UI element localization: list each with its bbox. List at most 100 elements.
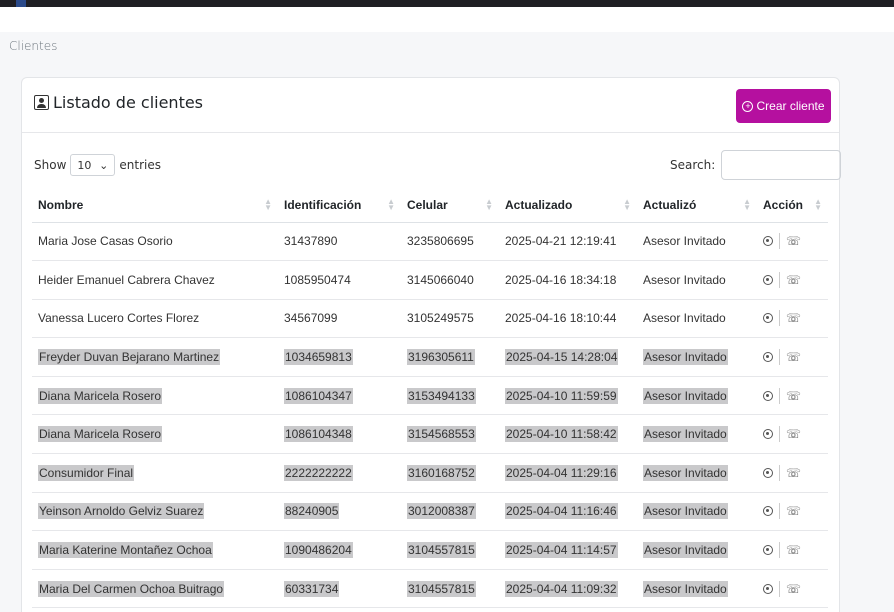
row-actions: ☏ [763, 387, 822, 404]
sort-icon: ▲ ▼ [743, 197, 751, 212]
eye-icon[interactable] [763, 429, 773, 440]
divider [779, 387, 780, 404]
phone-icon[interactable]: ☏ [786, 389, 801, 403]
header-accion[interactable]: Acción ▲ ▼ [757, 188, 828, 223]
entries-select[interactable]: 10 ⌄ [70, 154, 116, 176]
phone-icon[interactable]: ☏ [786, 350, 801, 364]
table-cell: Asesor Invitado [637, 337, 757, 377]
row-actions: ☏ [763, 349, 822, 366]
table-cell: 34567099 [278, 299, 401, 339]
eye-icon[interactable] [763, 506, 773, 517]
table-cell: 2025-04-15 14:28:04 [499, 337, 637, 377]
table-cell: 1085950474 [278, 260, 401, 300]
actions-cell: ☏ [757, 337, 828, 377]
header-celular[interactable]: Celular ▲ ▼ [401, 188, 499, 223]
table-cell: Freyder Duvan Bejarano Martinez [32, 337, 278, 377]
show-label: Show [34, 158, 67, 172]
table-cell: 3160168752 [401, 453, 499, 493]
divider [779, 271, 780, 288]
phone-icon[interactable]: ☏ [786, 273, 801, 287]
table-row: Maria Del Carmen Ochoa Buitrago 60331734 3… [32, 569, 828, 609]
clients-card: Listado de clientes + Crear cliente Show… [21, 77, 842, 612]
header-actualizado[interactable]: Actualizado ▲ ▼ [499, 188, 637, 223]
table-row: Diana Maricela Rosero 1086104347 315349413… [32, 376, 828, 416]
row-actions: ☏ [763, 503, 822, 520]
table-cell: Heider Emanuel Cabrera Chavez [32, 260, 278, 300]
phone-icon[interactable]: ☏ [786, 582, 801, 596]
phone-icon[interactable]: ☏ [786, 466, 801, 480]
table-cell: Asesor Invitado [637, 492, 757, 532]
eye-icon[interactable] [763, 236, 773, 247]
sort-icon: ▲ ▼ [814, 197, 822, 212]
table-cell: 3154568553 [401, 414, 499, 455]
actions-cell: ☏ [757, 492, 828, 532]
table-cell: Consumidor Final [32, 453, 278, 493]
card-title-text: Listado de clientes [53, 93, 204, 112]
header-actualizo[interactable]: Actualizó ▲ ▼ [637, 188, 757, 223]
table-row: Yeinson Arnoldo Gelviz Suarez 88240905 301… [32, 492, 828, 532]
divider [779, 310, 780, 327]
actions-cell: ☏ [757, 222, 828, 262]
phone-icon[interactable]: ☏ [786, 427, 801, 441]
eye-icon[interactable] [763, 352, 773, 363]
table-cell: 1034659813 [278, 337, 401, 377]
table-cell: Asesor Invitado [637, 530, 757, 570]
divider [779, 464, 780, 481]
plus-circle-icon: + [742, 100, 754, 112]
eye-icon[interactable] [763, 545, 773, 556]
table-cell: Asesor Invitado [637, 260, 757, 300]
table-cell: Maria Katerine Montañez Ochoa [32, 530, 278, 570]
divider [779, 542, 780, 559]
eye-icon[interactable] [763, 583, 773, 594]
actions-cell: ☏ [757, 299, 828, 339]
table-cell: Asesor Invitado [637, 453, 757, 493]
actions-cell: ☏ [757, 376, 828, 416]
table-cell: 2025-04-16 18:10:44 [499, 299, 637, 339]
table-cell: 3145066040 [401, 260, 499, 300]
table-cell: 88240905 [278, 492, 401, 532]
table-cell: Asesor Invitado [637, 569, 757, 609]
divider [779, 349, 780, 366]
table-cell: Asesor Invitado [637, 376, 757, 416]
table-cell: 60331734 [278, 569, 401, 609]
create-client-label: Crear cliente [756, 99, 825, 113]
eye-icon[interactable] [763, 467, 773, 478]
entries-value: 10 [77, 158, 92, 172]
row-actions: ☏ [763, 542, 822, 559]
top-bar [0, 0, 894, 7]
eye-icon[interactable] [763, 390, 773, 401]
table-cell: Maria Jose Casas Osorio [32, 222, 278, 262]
divider [779, 426, 780, 443]
table-cell: 2025-04-04 11:14:57 [499, 530, 637, 570]
table-cell: 3196305611 [401, 337, 499, 377]
actions-cell: ☏ [757, 530, 828, 570]
search-input[interactable] [721, 150, 842, 180]
card-header: Listado de clientes + Crear cliente [22, 78, 839, 133]
actions-cell: ☏ [757, 260, 828, 300]
phone-icon[interactable]: ☏ [786, 504, 801, 518]
table-header-row: Nombre ▲ ▼ Identificación ▲ ▼ Celular ▲ ▼ Actu… [32, 188, 828, 223]
card-title: Listado de clientes [34, 93, 203, 112]
phone-icon[interactable]: ☏ [786, 234, 801, 248]
header-identificacion[interactable]: Identificación ▲ ▼ [278, 188, 401, 223]
entries-control: Show 10 ⌄ entries [34, 154, 161, 176]
table-cell: 2025-04-04 11:09:32 [499, 569, 637, 609]
phone-icon[interactable]: ☏ [786, 311, 801, 325]
search-label: Search: [670, 158, 716, 172]
table-cell: 2025-04-04 11:16:46 [499, 492, 637, 532]
header-nombre[interactable]: Nombre ▲ ▼ [32, 188, 278, 223]
row-actions: ☏ [763, 464, 822, 481]
table-row: Diana Maricela Rosero 1086104348 315456855… [32, 414, 828, 455]
table-cell: 3153494133 [401, 376, 499, 416]
table-row: Heider Emanuel Cabrera Chavez 1085950474 3… [32, 260, 828, 300]
table-cell: 3104557815 [401, 530, 499, 570]
row-actions: ☏ [763, 271, 822, 288]
eye-icon[interactable] [763, 274, 773, 285]
user-card-icon [34, 95, 49, 110]
phone-icon[interactable]: ☏ [786, 543, 801, 557]
divider [779, 233, 780, 250]
eye-icon[interactable] [763, 313, 773, 324]
table-row: Freyder Duvan Bejarano Martinez 103465981… [32, 337, 828, 377]
sort-icon: ▲ ▼ [485, 197, 493, 212]
create-client-button[interactable]: + Crear cliente [736, 89, 831, 123]
